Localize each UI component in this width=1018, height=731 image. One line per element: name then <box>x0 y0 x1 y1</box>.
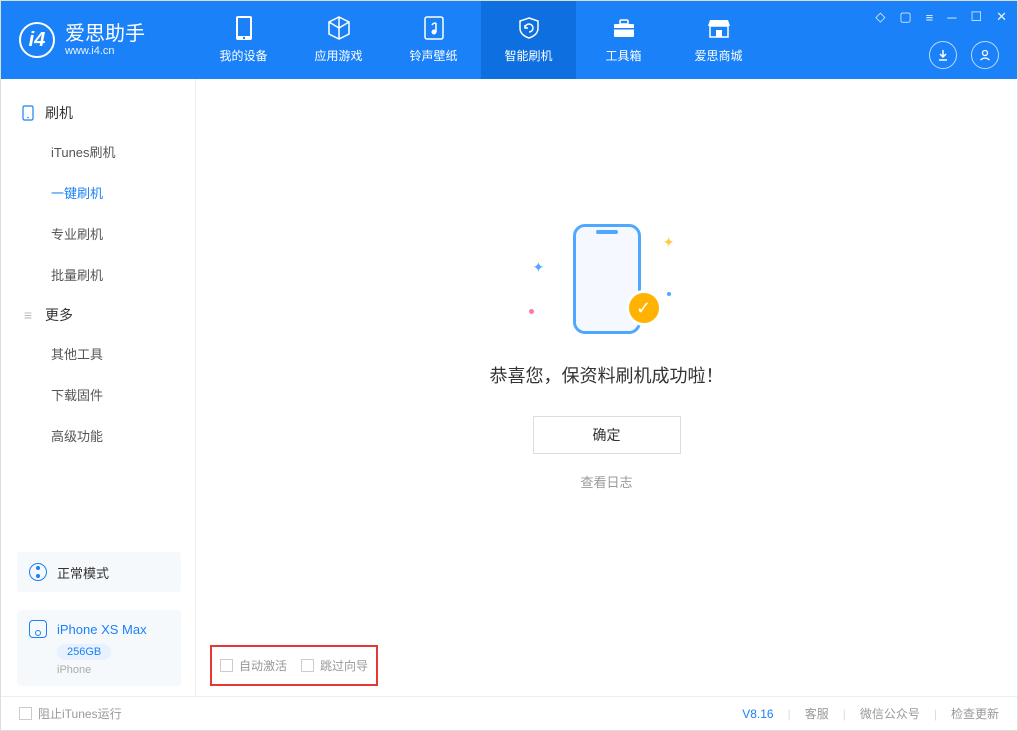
logo-icon: i4 <box>19 22 55 58</box>
sidebar-item-advanced[interactable]: 高级功能 <box>1 415 195 456</box>
checkbox-icon <box>19 707 32 720</box>
sidebar-item-itunes-flash[interactable]: iTunes刷机 <box>1 131 195 172</box>
feedback-icon[interactable]: ▢ <box>899 9 911 25</box>
list-icon: ≡ <box>21 308 35 322</box>
device-card[interactable]: iPhone XS Max 256GB iPhone <box>17 610 181 686</box>
app-title: 爱思助手 <box>65 23 145 45</box>
sidebar-item-download-firmware[interactable]: 下载固件 <box>1 374 195 415</box>
store-icon <box>706 16 732 40</box>
logo[interactable]: i4 爱思助手 www.i4.cn <box>1 22 196 58</box>
auto-activate-checkbox[interactable]: 自动激活 <box>220 657 287 674</box>
success-message: 恭喜您，保资料刷机成功啦！ <box>490 362 724 388</box>
device-type: iPhone <box>57 664 169 676</box>
tab-my-device[interactable]: 我的设备 <box>196 1 291 79</box>
close-button[interactable]: ✕ <box>996 9 1007 25</box>
tab-flash[interactable]: 智能刷机 <box>481 1 576 79</box>
check-icon: ✓ <box>626 290 662 326</box>
check-update-link[interactable]: 检查更新 <box>951 705 999 722</box>
cube-icon <box>326 16 352 40</box>
maximize-button[interactable]: ☐ <box>970 9 982 25</box>
app-subtitle: www.i4.cn <box>65 45 145 57</box>
tab-ringtones[interactable]: 铃声壁纸 <box>386 1 481 79</box>
bottom-options-highlight: 自动激活 跳过向导 <box>210 645 378 686</box>
sidebar-item-oneclick-flash[interactable]: 一键刷机 <box>1 172 195 213</box>
view-log-link[interactable]: 查看日志 <box>580 472 632 491</box>
skip-guide-checkbox[interactable]: 跳过向导 <box>301 657 368 674</box>
main-tabs: 我的设备 应用游戏 铃声壁纸 智能刷机 工具箱 爱思商城 <box>196 1 766 79</box>
customer-service-link[interactable]: 客服 <box>805 705 829 722</box>
user-button[interactable] <box>971 41 999 69</box>
sidebar: 刷机 iTunes刷机 一键刷机 专业刷机 批量刷机 ≡ 更多 其他工具 下载固… <box>1 79 196 696</box>
mode-card[interactable]: 正常模式 <box>17 552 181 592</box>
checkbox-icon <box>220 659 233 672</box>
sidebar-item-other-tools[interactable]: 其他工具 <box>1 333 195 374</box>
tab-toolbox[interactable]: 工具箱 <box>576 1 671 79</box>
header-right-buttons <box>929 41 999 69</box>
confirm-button[interactable]: 确定 <box>533 416 681 454</box>
checkbox-icon <box>301 659 314 672</box>
menu-icon[interactable]: ≡ <box>926 10 934 25</box>
sidebar-group-flash: 刷机 <box>1 93 195 131</box>
titlebar-controls: ◇ ▢ ≡ ─ ☐ ✕ <box>875 9 1007 25</box>
device-storage-badge: 256GB <box>57 644 111 660</box>
version-label[interactable]: V8.16 <box>742 707 773 721</box>
block-itunes-checkbox[interactable]: 阻止iTunes运行 <box>19 705 122 722</box>
mode-icon <box>29 563 47 581</box>
sidebar-item-pro-flash[interactable]: 专业刷机 <box>1 213 195 254</box>
shield-refresh-icon <box>516 16 542 40</box>
tab-apps[interactable]: 应用游戏 <box>291 1 386 79</box>
device-phone-icon <box>29 620 47 638</box>
download-button[interactable] <box>929 41 957 69</box>
phone-icon <box>21 106 35 120</box>
device-name: iPhone XS Max <box>57 622 147 637</box>
mode-label: 正常模式 <box>57 563 109 582</box>
minimize-button[interactable]: ─ <box>947 10 956 25</box>
device-icon <box>231 16 257 40</box>
tab-store[interactable]: 爱思商城 <box>671 1 766 79</box>
footer: 阻止iTunes运行 V8.16 | 客服 | 微信公众号 | 检查更新 <box>1 696 1017 730</box>
music-file-icon <box>421 16 447 40</box>
header: i4 爱思助手 www.i4.cn 我的设备 应用游戏 铃声壁纸 智能刷机 工具… <box>1 1 1017 79</box>
wechat-link[interactable]: 微信公众号 <box>860 705 920 722</box>
tshirt-icon[interactable]: ◇ <box>875 9 885 25</box>
sidebar-group-more: ≡ 更多 <box>1 295 195 333</box>
toolbox-icon <box>611 16 637 40</box>
sidebar-item-batch-flash[interactable]: 批量刷机 <box>1 254 195 295</box>
main-content: ✓ ✦ ✦ 恭喜您，保资料刷机成功啦！ 确定 查看日志 自动激活 跳过向导 <box>196 79 1017 696</box>
success-illustration: ✓ ✦ ✦ <box>547 224 667 334</box>
